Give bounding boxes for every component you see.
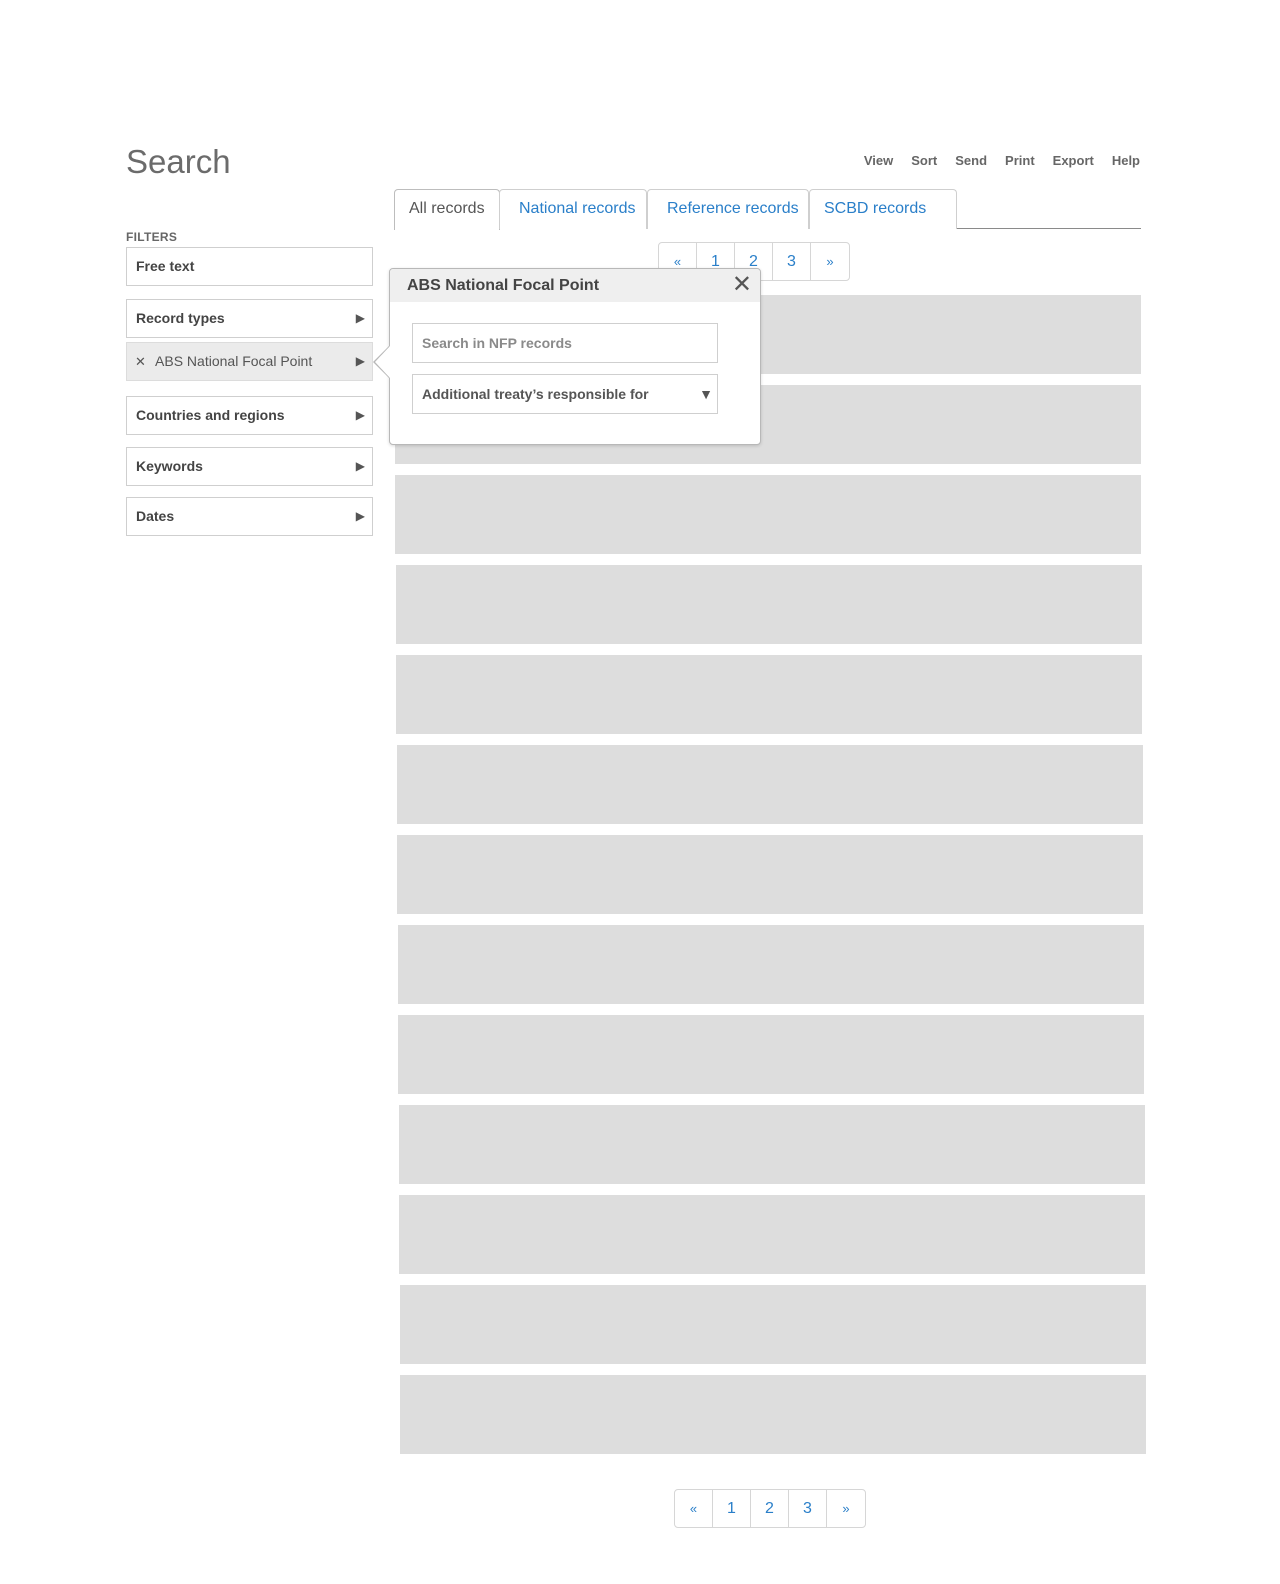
page-button[interactable]: 1 xyxy=(713,1490,751,1527)
filters-heading: FILTERS xyxy=(126,230,178,244)
result-row[interactable] xyxy=(396,565,1142,644)
prev-page-button[interactable]: « xyxy=(675,1490,713,1527)
record-types-filter[interactable]: Record types ▶ xyxy=(126,299,373,338)
tab-reference-records[interactable]: Reference records xyxy=(647,189,809,229)
result-row[interactable] xyxy=(399,1105,1145,1184)
dates-label: Dates xyxy=(136,508,175,524)
expand-arrow-icon: ▶ xyxy=(355,311,365,325)
remove-filter-icon[interactable]: ✕ xyxy=(135,354,146,369)
result-row[interactable] xyxy=(398,1015,1144,1094)
expand-arrow-icon: ▶ xyxy=(355,509,365,523)
selected-filter-label: ABS National Focal Point xyxy=(155,353,313,369)
nfp-filter-popover: ABS National Focal Point ✕ Additional tr… xyxy=(389,268,761,445)
expand-arrow-icon: ▶ xyxy=(355,459,365,473)
tab-all-records[interactable]: All records xyxy=(394,189,500,230)
keywords-filter[interactable]: Keywords ▶ xyxy=(126,447,373,486)
result-row[interactable] xyxy=(398,925,1144,1004)
result-row[interactable] xyxy=(400,1375,1146,1454)
treaty-select-value: Additional treaty’s responsible for xyxy=(422,386,649,402)
next-page-button[interactable]: » xyxy=(827,1490,865,1527)
free-text-filter[interactable]: Free text xyxy=(126,247,373,286)
pagination-bottom: « 1 2 3 » xyxy=(674,1489,866,1528)
selected-filter-abs-nfp[interactable]: ✕ ABS National Focal Point ▶ xyxy=(126,342,373,381)
record-tabs: All records National records Reference r… xyxy=(394,189,1141,230)
nfp-search-input[interactable] xyxy=(412,323,718,363)
export-button[interactable]: Export xyxy=(1053,152,1094,170)
countries-label: Countries and regions xyxy=(136,407,285,423)
view-button[interactable]: View xyxy=(864,152,893,170)
expand-arrow-icon: ▶ xyxy=(355,354,365,368)
keywords-label: Keywords xyxy=(136,458,203,474)
print-button[interactable]: Print xyxy=(1005,152,1035,170)
caret-down-icon: ▼ xyxy=(699,386,713,402)
toolbar: View Sort Send Print Export Help xyxy=(846,152,1140,170)
result-row[interactable] xyxy=(399,1195,1145,1274)
page-button[interactable]: 3 xyxy=(789,1490,827,1527)
popover-pointer-fill xyxy=(375,346,390,378)
record-types-label: Record types xyxy=(136,310,225,326)
free-text-label: Free text xyxy=(136,258,195,274)
send-button[interactable]: Send xyxy=(955,152,987,170)
expand-arrow-icon: ▶ xyxy=(355,408,365,422)
page-button[interactable]: 3 xyxy=(773,243,811,280)
tab-national-records[interactable]: National records xyxy=(499,189,647,229)
page-title: Search xyxy=(126,143,231,180)
tab-scbd-records[interactable]: SCBD records xyxy=(809,189,957,229)
popover-title: ABS National Focal Point xyxy=(390,269,760,302)
treaty-select[interactable]: Additional treaty’s responsible for ▼ xyxy=(412,374,718,414)
help-button[interactable]: Help xyxy=(1112,152,1140,170)
result-row[interactable] xyxy=(395,475,1141,554)
page-button[interactable]: 2 xyxy=(751,1490,789,1527)
close-icon[interactable]: ✕ xyxy=(732,273,752,297)
countries-filter[interactable]: Countries and regions ▶ xyxy=(126,396,373,435)
result-row[interactable] xyxy=(400,1285,1146,1364)
sort-button[interactable]: Sort xyxy=(911,152,937,170)
next-page-button[interactable]: » xyxy=(811,243,849,280)
dates-filter[interactable]: Dates ▶ xyxy=(126,497,373,536)
result-row[interactable] xyxy=(396,655,1142,734)
result-row[interactable] xyxy=(397,835,1143,914)
result-row[interactable] xyxy=(397,745,1143,824)
